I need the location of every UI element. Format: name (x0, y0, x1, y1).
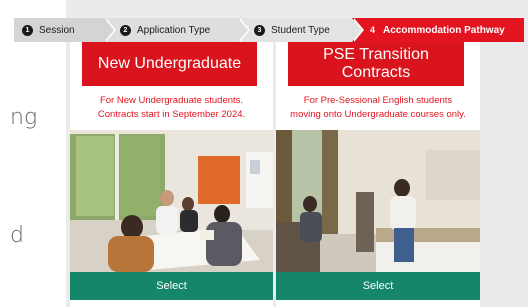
pathway-card-new-undergraduate: New Undergraduate For New Undergraduate … (70, 42, 273, 307)
step-accommodation-pathway: 4 Accommodation Pathway (352, 18, 524, 42)
card-title: New Undergraduate (82, 42, 257, 86)
card-title-line: Contracts (341, 64, 411, 81)
step-application-type[interactable]: 2 Application Type (104, 18, 250, 42)
progress-stepper: 1 Session 2 Application Type 3 Student T… (14, 18, 524, 42)
background-text-fragment-2: d (10, 223, 24, 248)
step-number-2: 2 (120, 24, 131, 36)
card-description-line: moving onto Undergraduate courses only. (290, 109, 466, 120)
card-title: PSE Transition Contracts (288, 42, 464, 86)
card-description-line: For New Undergraduate students. (99, 95, 244, 106)
card-description: For Pre-Sessional English students movin… (276, 94, 480, 122)
chevron-right-icon (238, 18, 248, 42)
card-footer (276, 300, 480, 307)
chevron-right-icon (104, 18, 114, 42)
pathway-card-pse-transition: PSE Transition Contracts For Pre-Session… (276, 42, 480, 307)
card-description-line: For Pre-Sessional English students (303, 95, 453, 106)
step-number-4: 4 (370, 25, 376, 35)
card-description: For New Undergraduate students. Contract… (70, 94, 273, 122)
step-student-type[interactable]: 3 Student Type (238, 18, 364, 42)
step-number-3: 3 (254, 24, 265, 36)
step-label-student-type: Student Type (271, 24, 330, 36)
card-title-line: PSE Transition (323, 46, 429, 63)
card-description-line: Contracts start in September 2024. (97, 109, 246, 120)
step-label-accommodation-pathway: Accommodation Pathway (383, 24, 505, 36)
step-session[interactable]: 1 Session (14, 18, 116, 42)
background-text-fragment-1: ng (10, 105, 38, 130)
card-footer (70, 300, 273, 307)
select-button-new-undergraduate[interactable]: Select (70, 272, 273, 300)
study-room-image (70, 130, 273, 272)
step-number-1: 1 (22, 24, 33, 36)
card-title-text: New Undergraduate (97, 55, 242, 72)
select-button-pse-transition[interactable]: Select (276, 272, 480, 300)
bedroom-image (276, 130, 480, 272)
chevron-right-icon (352, 18, 362, 42)
step-label-session: Session (39, 24, 75, 36)
step-label-application-type: Application Type (137, 24, 211, 36)
